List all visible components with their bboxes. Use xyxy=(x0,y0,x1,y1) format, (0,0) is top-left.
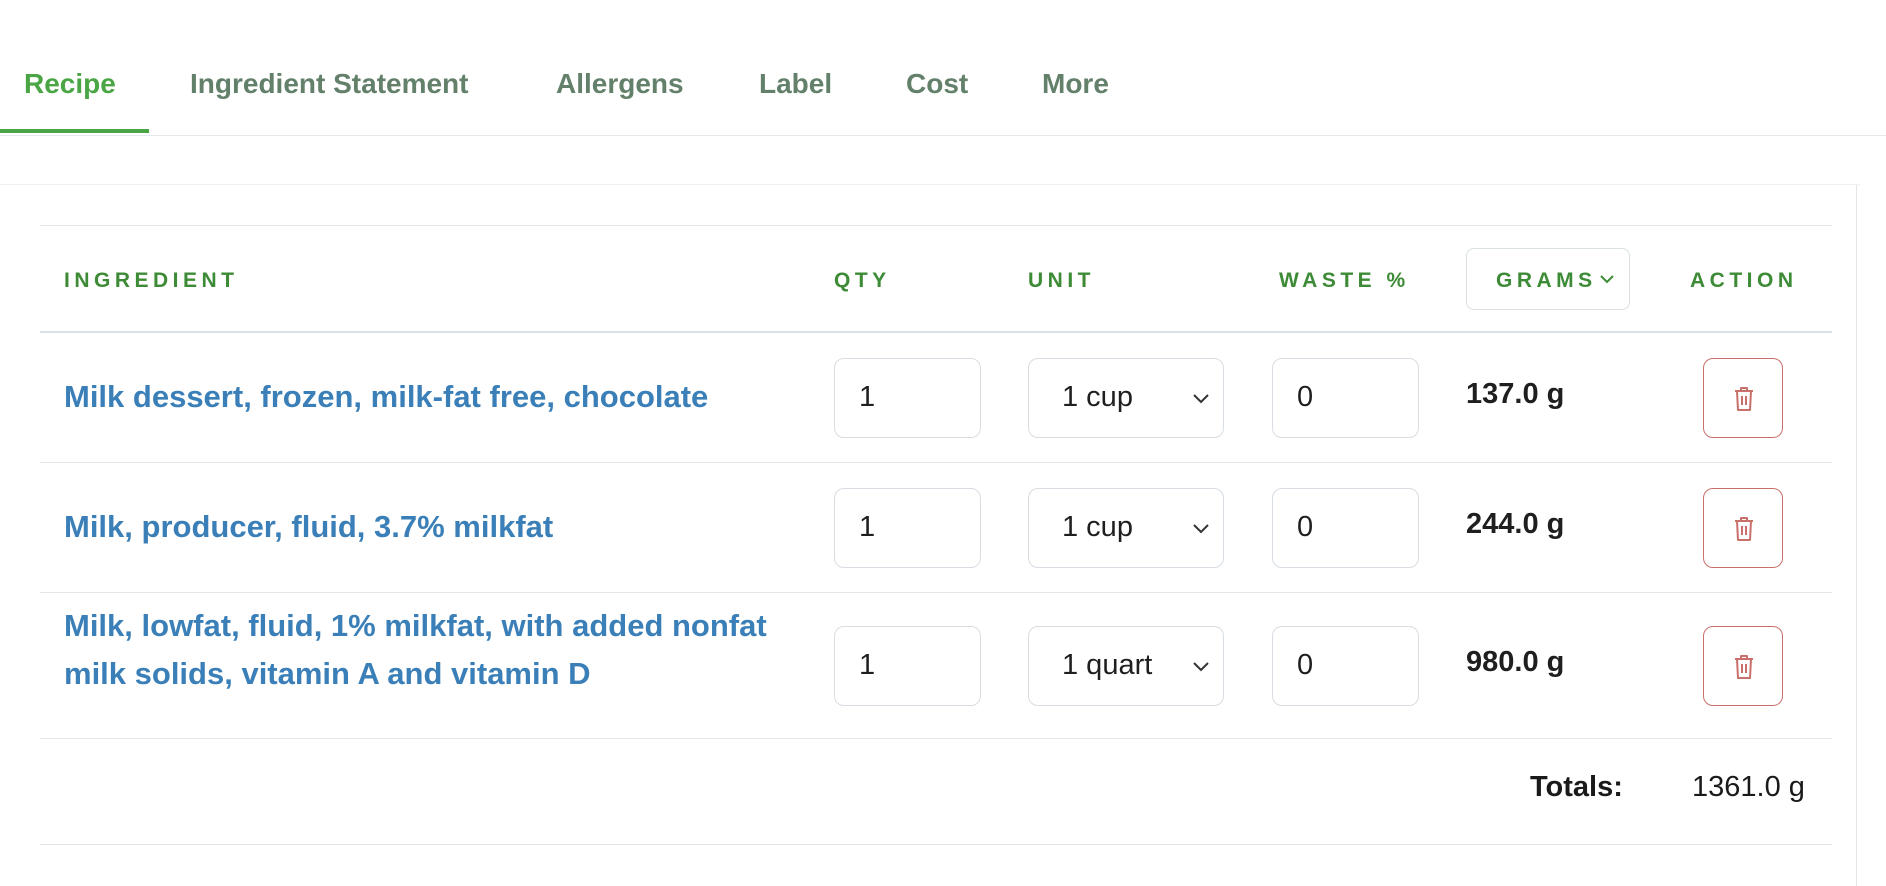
ingredient-link[interactable]: Milk, producer, fluid, 3.7% milkfat xyxy=(64,503,804,551)
column-header-waste: WASTE % xyxy=(1279,269,1410,292)
chevron-down-icon xyxy=(1193,662,1209,672)
trash-icon xyxy=(1735,517,1753,541)
tab-allergens[interactable]: Allergens xyxy=(556,68,684,100)
chevron-down-icon xyxy=(1600,275,1614,284)
ingredient-link[interactable]: Milk, lowfat, fluid, 1% milkfat, with ad… xyxy=(64,602,804,698)
waste-input[interactable]: 0 xyxy=(1272,626,1419,706)
chevron-down-icon xyxy=(1193,394,1209,404)
tab-recipe[interactable]: Recipe xyxy=(24,68,116,100)
table-bottom-rule xyxy=(40,844,1832,845)
unit-select[interactable]: 1 cup xyxy=(1028,358,1224,438)
table-row: Milk, lowfat, fluid, 1% milkfat, with ad… xyxy=(40,593,1832,738)
table-row: Milk, producer, fluid, 3.7% milkfat 1 1 … xyxy=(40,463,1832,592)
delete-button[interactable] xyxy=(1703,626,1783,706)
tab-ingredient-statement[interactable]: Ingredient Statement xyxy=(190,68,468,100)
trash-icon xyxy=(1735,655,1753,679)
grams-value: 244.0 g xyxy=(1466,508,1565,540)
panel-edge xyxy=(1856,185,1857,886)
grams-sort-button[interactable]: GRAMS xyxy=(1466,248,1630,310)
row-rule xyxy=(40,738,1832,739)
unit-select[interactable]: 1 cup xyxy=(1028,488,1224,568)
totals-label: Totals: xyxy=(1530,771,1623,803)
qty-input[interactable]: 1 xyxy=(834,488,981,568)
ingredient-link[interactable]: Milk dessert, frozen, milk-fat free, cho… xyxy=(64,373,804,421)
column-header-grams: GRAMS xyxy=(1496,269,1597,292)
delete-button[interactable] xyxy=(1703,358,1783,438)
qty-input[interactable]: 1 xyxy=(834,358,981,438)
grams-value: 137.0 g xyxy=(1466,378,1565,410)
qty-input[interactable]: 1 xyxy=(834,626,981,706)
chevron-down-icon xyxy=(1193,524,1209,534)
table-row: Milk dessert, frozen, milk-fat free, cho… xyxy=(40,333,1832,462)
column-header-ingredient: INGREDIENT xyxy=(64,269,239,292)
totals-value: 1361.0 g xyxy=(1692,771,1805,803)
delete-button[interactable] xyxy=(1703,488,1783,568)
tab-label[interactable]: Label xyxy=(759,68,832,100)
column-header-qty: QTY xyxy=(834,269,891,292)
active-tab-indicator xyxy=(0,129,149,133)
grams-value: 980.0 g xyxy=(1466,646,1565,678)
trash-icon xyxy=(1735,387,1753,411)
waste-input[interactable]: 0 xyxy=(1272,488,1419,568)
tab-bar: Recipe Ingredient Statement Allergens La… xyxy=(0,0,1886,136)
divider xyxy=(0,184,1860,185)
unit-select[interactable]: 1 quart xyxy=(1028,626,1224,706)
tab-cost[interactable]: Cost xyxy=(906,68,968,100)
tab-more[interactable]: More xyxy=(1042,68,1109,100)
waste-input[interactable]: 0 xyxy=(1272,358,1419,438)
table-top-rule xyxy=(40,225,1832,226)
column-header-unit: UNIT xyxy=(1028,269,1095,292)
column-header-action: ACTION xyxy=(1690,269,1798,292)
